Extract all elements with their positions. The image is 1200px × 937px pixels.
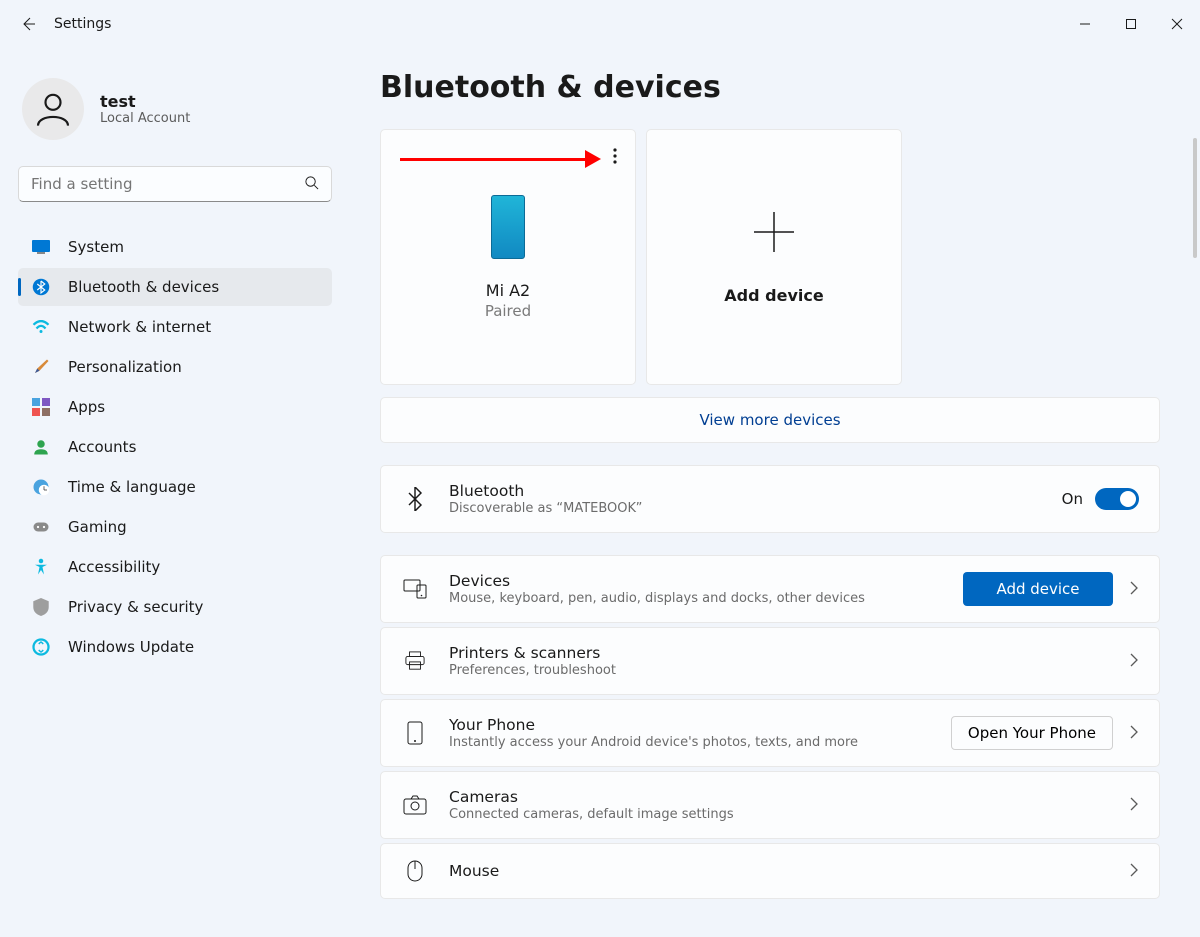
bluetooth-icon	[32, 278, 50, 296]
system-icon	[32, 238, 50, 256]
search-box[interactable]	[18, 166, 332, 202]
title-bar: Settings	[0, 0, 1200, 48]
section-title: Printers & scanners	[449, 644, 1113, 662]
bluetooth-subtitle: Discoverable as “MATEBOOK”	[449, 501, 1062, 516]
section-subtitle: Preferences, troubleshoot	[449, 663, 1113, 678]
wifi-icon	[32, 318, 50, 336]
device-name: Mi A2	[486, 281, 530, 300]
nav-label: Network & internet	[68, 318, 211, 336]
page-title: Bluetooth & devices	[380, 70, 1160, 105]
user-block[interactable]: test Local Account	[22, 78, 332, 140]
maximize-button[interactable]	[1108, 0, 1154, 48]
bluetooth-glyph-icon	[401, 487, 429, 511]
nav-label: Windows Update	[68, 638, 194, 656]
section-title: Devices	[449, 572, 963, 590]
search-icon	[304, 175, 319, 194]
chevron-right-icon	[1129, 652, 1139, 671]
section-subtitle: Mouse, keyboard, pen, audio, displays an…	[449, 591, 963, 606]
nav-time-language[interactable]: Time & language	[18, 468, 332, 506]
mouse-card[interactable]: Mouse	[380, 843, 1160, 899]
section-subtitle: Connected cameras, default image setting…	[449, 807, 1113, 822]
nav-personalization[interactable]: Personalization	[18, 348, 332, 386]
window-controls	[1062, 0, 1200, 48]
apps-icon	[32, 398, 50, 416]
scrollbar-thumb[interactable]	[1193, 138, 1197, 258]
printers-card[interactable]: Printers & scanners Preferences, trouble…	[380, 627, 1160, 695]
sidebar: test Local Account System Bluetooth & de…	[0, 48, 350, 937]
cameras-card[interactable]: Cameras Connected cameras, default image…	[380, 771, 1160, 839]
add-device-button[interactable]: Add device	[963, 572, 1113, 606]
camera-icon	[401, 795, 429, 815]
add-device-label: Add device	[724, 286, 823, 305]
nav-label: Apps	[68, 398, 105, 416]
devices-card[interactable]: Devices Mouse, keyboard, pen, audio, dis…	[380, 555, 1160, 623]
accessibility-icon	[32, 558, 50, 576]
bluetooth-toggle[interactable]	[1095, 488, 1139, 510]
devices-icon	[401, 579, 429, 599]
nav-label: Accessibility	[68, 558, 160, 576]
nav-bluetooth-devices[interactable]: Bluetooth & devices	[18, 268, 332, 306]
plus-icon	[752, 210, 796, 258]
nav-label: System	[68, 238, 124, 256]
section-subtitle: Instantly access your Android device's p…	[449, 735, 951, 750]
globe-clock-icon	[32, 478, 50, 496]
nav-accounts[interactable]: Accounts	[18, 428, 332, 466]
nav-label: Bluetooth & devices	[68, 278, 219, 296]
main-content: Bluetooth & devices Mi A2 Paired Add dev…	[350, 48, 1200, 937]
mouse-icon	[401, 860, 429, 882]
chevron-right-icon	[1129, 724, 1139, 743]
view-more-devices[interactable]: View more devices	[380, 397, 1160, 443]
section-title: Cameras	[449, 788, 1113, 806]
section-title: Your Phone	[449, 716, 951, 734]
minimize-button[interactable]	[1062, 0, 1108, 48]
person-icon	[32, 438, 50, 456]
back-button[interactable]	[10, 6, 46, 42]
nav-label: Accounts	[68, 438, 136, 456]
update-icon	[32, 638, 50, 656]
nav-label: Gaming	[68, 518, 127, 536]
nav-accessibility[interactable]: Accessibility	[18, 548, 332, 586]
nav-list: System Bluetooth & devices Network & int…	[18, 228, 332, 666]
annotation-arrow	[400, 150, 601, 168]
avatar	[22, 78, 84, 140]
phone-outline-icon	[401, 721, 429, 745]
nav-gaming[interactable]: Gaming	[18, 508, 332, 546]
bluetooth-state-label: On	[1062, 490, 1083, 508]
user-name: test	[100, 92, 190, 111]
nav-windows-update[interactable]: Windows Update	[18, 628, 332, 666]
device-more-button[interactable]	[609, 144, 621, 172]
section-title: Mouse	[449, 862, 1113, 880]
phone-icon	[491, 195, 525, 259]
account-type: Local Account	[100, 111, 190, 126]
nav-system[interactable]: System	[18, 228, 332, 266]
shield-icon	[32, 598, 50, 616]
nav-network[interactable]: Network & internet	[18, 308, 332, 346]
nav-label: Time & language	[68, 478, 196, 496]
chevron-right-icon	[1129, 862, 1139, 881]
close-button[interactable]	[1154, 0, 1200, 48]
nav-privacy[interactable]: Privacy & security	[18, 588, 332, 626]
nav-apps[interactable]: Apps	[18, 388, 332, 426]
your-phone-card[interactable]: Your Phone Instantly access your Android…	[380, 699, 1160, 767]
add-device-tile[interactable]: Add device	[646, 129, 902, 385]
window-title: Settings	[54, 16, 111, 32]
nav-label: Personalization	[68, 358, 182, 376]
printer-icon	[401, 651, 429, 671]
device-status: Paired	[485, 302, 531, 320]
gamepad-icon	[32, 518, 50, 536]
bluetooth-card: Bluetooth Discoverable as “MATEBOOK” On	[380, 465, 1160, 533]
brush-icon	[32, 358, 50, 376]
chevron-right-icon	[1129, 796, 1139, 815]
chevron-right-icon	[1129, 580, 1139, 599]
search-input[interactable]	[31, 175, 304, 193]
view-more-label: View more devices	[699, 411, 840, 429]
nav-label: Privacy & security	[68, 598, 203, 616]
bluetooth-title: Bluetooth	[449, 482, 1062, 500]
open-your-phone-button[interactable]: Open Your Phone	[951, 716, 1113, 750]
